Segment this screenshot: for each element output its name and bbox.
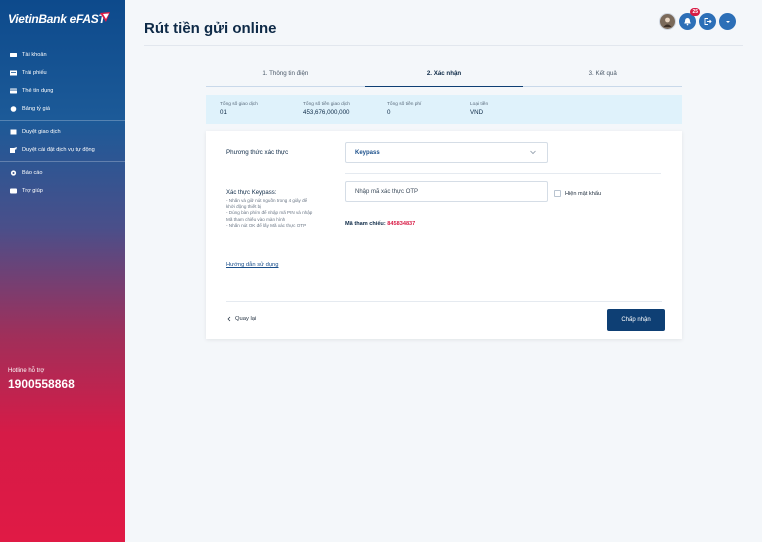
step-bar — [523, 85, 683, 87]
sidebar-divider — [0, 120, 125, 121]
sidebar: VietinBank eFAST Tài khoản Trái phiếu Th… — [0, 0, 125, 542]
keypass-instructions: - Nhấn và giữ nút nguồn trong 4 giây để … — [226, 198, 314, 229]
logo-mark-icon — [100, 12, 110, 22]
sidebar-item-label: Tài khoản — [22, 52, 47, 58]
confirmation-card: Phương thức xác thực Keypass Xác thực Ke… — [206, 131, 682, 339]
exchange-icon — [10, 106, 17, 112]
section-divider — [345, 173, 661, 174]
auto-approve-icon — [10, 147, 17, 153]
instruction-line: - Nhấn và giữ nút nguồn trong 4 giây để … — [226, 198, 308, 210]
hotline-label: Hotline hỗ trợ — [8, 368, 45, 374]
auth-method-value: Keypass — [355, 149, 380, 156]
step-bar — [206, 85, 365, 87]
instruction-line: - Dùng bàn phím để nhập mã PIN và nhập M… — [226, 210, 313, 222]
auth-method-label: Phương thức xác thực — [226, 149, 289, 156]
summary-value: VND — [470, 109, 484, 116]
chevron-down-icon — [725, 20, 730, 23]
step-label: 2. Xác nhận — [426, 70, 462, 77]
transaction-summary: Tổng số giao dịch 01 Tổng số tiền giao d… — [206, 95, 682, 124]
summary-label: Tổng số tiền phí — [387, 102, 422, 107]
sidebar-divider — [0, 161, 125, 162]
progress-stepper: 1. Thông tin điện 2. Xác nhận 3. Kết quả — [206, 70, 683, 88]
auth-method-select[interactable]: Keypass — [345, 142, 548, 163]
step-bar — [364, 85, 524, 87]
page-title: Rút tiền gửi online — [144, 20, 277, 37]
sidebar-item-the-tin-dung[interactable]: Thẻ tín dụng — [0, 82, 125, 100]
step-label: 1. Thông tin điện — [262, 70, 309, 77]
notification-button[interactable]: 25 — [679, 8, 700, 30]
sidebar-item-duyet-cai-dat[interactable]: Duyệt cài đặt dịch vụ tự động — [0, 141, 125, 159]
step-label: 3. Kết quả — [588, 70, 617, 77]
menu-dropdown-button[interactable] — [719, 13, 736, 30]
summary-value: 453,676,000,000 — [303, 109, 350, 116]
summary-label: Tổng số giao dịch — [220, 102, 258, 107]
sidebar-item-label: Báo cáo — [22, 170, 43, 176]
header-divider — [144, 45, 743, 46]
wallet-icon — [10, 52, 17, 58]
back-label: Quay lại — [235, 316, 257, 322]
show-password-checkbox[interactable] — [554, 190, 561, 197]
notification-badge: 25 — [690, 8, 700, 16]
hotline-number[interactable]: 1900558868 — [8, 377, 75, 391]
sidebar-item-duyet-giao-dich[interactable]: Duyệt giao dịch — [0, 123, 125, 141]
sidebar-item-label: Bảng tỷ giá — [22, 106, 50, 112]
header-actions: 25 — [659, 8, 736, 30]
sidebar-item-label: Trái phiếu — [22, 70, 47, 76]
footer-divider — [226, 301, 662, 302]
logout-button[interactable] — [699, 13, 716, 30]
reference-code-row: Mã tham chiếu: 845834837 — [345, 221, 415, 227]
user-avatar-icon — [663, 17, 672, 27]
sidebar-item-label: Thẻ tín dụng — [22, 88, 54, 94]
sidebar-item-tai-khoan[interactable]: Tài khoản — [0, 46, 125, 64]
step-xac-nhan: 2. Xác nhận — [364, 70, 524, 88]
instruction-line: - Nhấn nút OK để lấy Mã xác thực OTP — [226, 222, 307, 228]
sidebar-nav: Tài khoản Trái phiếu Thẻ tín dụng Bảng t… — [0, 46, 125, 200]
sidebar-item-label: Duyệt cài đặt dịch vụ tự động — [22, 147, 95, 153]
summary-total-count: Tổng số giao dịch 01 — [220, 102, 258, 116]
chevron-left-icon — [227, 316, 231, 322]
back-button[interactable]: Quay lại — [226, 316, 256, 322]
otp-input[interactable]: Nhập mã xác thực OTP — [345, 181, 548, 202]
bell-icon — [684, 18, 691, 26]
step-ket-qua: 3. Kết quả — [523, 70, 683, 88]
sidebar-item-trai-phieu[interactable]: Trái phiếu — [0, 64, 125, 82]
summary-currency: Loại tiền VND — [470, 102, 488, 116]
reference-code: 845834837 — [387, 221, 416, 227]
user-guide-link[interactable]: Hướng dẫn sử dụng — [226, 262, 279, 268]
sidebar-item-label: Trợ giúp — [22, 188, 43, 194]
step-thong-tin-dien: 1. Thông tin điện — [206, 70, 365, 88]
bond-icon — [10, 70, 17, 76]
sidebar-item-bao-cao[interactable]: Báo cáo — [0, 164, 125, 182]
sidebar-item-tro-giup[interactable]: Trợ giúp — [0, 182, 125, 200]
summary-value: 01 — [220, 109, 227, 116]
show-password-toggle[interactable]: Hiện mật khẩu — [554, 190, 601, 197]
summary-label: Loại tiền — [470, 102, 489, 107]
chevron-down-icon — [530, 150, 536, 155]
summary-value: 0 — [387, 109, 391, 116]
summary-total-fee: Tổng số tiền phí 0 — [387, 102, 421, 116]
avatar[interactable] — [659, 13, 676, 30]
summary-label: Tổng số tiền giao dịch — [303, 102, 350, 107]
report-icon — [10, 170, 17, 176]
sidebar-item-label: Duyệt giao dịch — [22, 129, 61, 135]
help-icon — [10, 188, 17, 194]
keypass-title: Xác thực Keypass: — [226, 190, 277, 196]
approve-icon — [10, 129, 17, 135]
show-password-label: Hiện mật khẩu — [565, 190, 602, 197]
accept-button[interactable]: Chấp nhận — [607, 309, 665, 331]
card-icon — [10, 88, 17, 94]
reference-label: Mã tham chiếu: — [345, 221, 386, 227]
logout-icon — [704, 18, 712, 25]
sidebar-item-bang-ty-gia[interactable]: Bảng tỷ giá — [0, 100, 125, 118]
summary-total-amount: Tổng số tiền giao dịch 453,676,000,000 — [303, 102, 350, 116]
vietinbank-logo[interactable]: VietinBank eFAST — [8, 12, 106, 26]
